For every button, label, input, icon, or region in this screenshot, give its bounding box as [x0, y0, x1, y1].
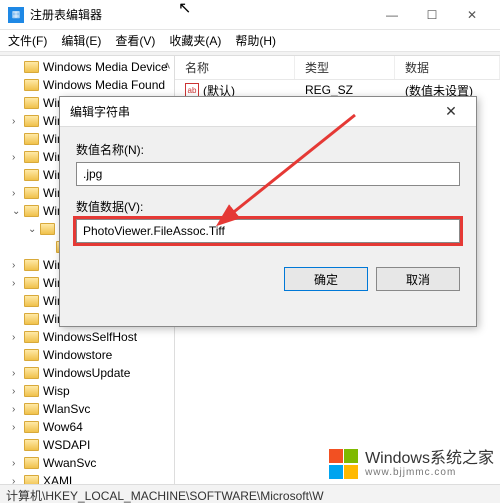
col-name[interactable]: 名称: [175, 56, 295, 79]
folder-icon: [24, 475, 39, 484]
menubar: 文件(F) 编辑(E) 查看(V) 收藏夹(A) 帮助(H): [0, 30, 500, 52]
folder-icon: [24, 331, 39, 343]
menu-help[interactable]: 帮助(H): [235, 32, 276, 49]
tree-item[interactable]: XAML: [43, 474, 76, 484]
folder-icon: [24, 457, 39, 469]
value-data-input[interactable]: [76, 219, 460, 243]
folder-icon: [24, 259, 39, 271]
folder-icon: [40, 223, 55, 235]
list-header: 名称 类型 数据: [175, 56, 500, 80]
folder-icon: [24, 403, 39, 415]
maximize-button[interactable]: ☐: [412, 1, 452, 29]
folder-icon: [24, 313, 39, 325]
tree-item[interactable]: WlanSvc: [43, 402, 90, 416]
tree-item[interactable]: WindowsSelfHost: [43, 330, 137, 344]
window-controls: — ☐ ✕: [372, 1, 492, 29]
folder-icon: [24, 421, 39, 433]
close-button[interactable]: ✕: [452, 1, 492, 29]
tree-item[interactable]: Windows Media Found: [43, 78, 165, 92]
dialog-titlebar: 编辑字符串 ✕: [60, 97, 476, 127]
folder-icon: [24, 277, 39, 289]
col-type[interactable]: 类型: [295, 56, 395, 79]
value-name-input[interactable]: [76, 162, 460, 186]
folder-icon: [24, 115, 39, 127]
folder-icon: [24, 133, 39, 145]
folder-icon: [24, 79, 39, 91]
folder-icon: [24, 295, 39, 307]
tree-item[interactable]: WSDAPI: [43, 438, 90, 452]
minimize-button[interactable]: —: [372, 1, 412, 29]
folder-icon: [24, 367, 39, 379]
window-title: 注册表编辑器: [30, 6, 372, 23]
ok-button[interactable]: 确定: [284, 267, 368, 291]
value-name-label: 数值名称(N):: [76, 141, 460, 158]
folder-icon: [24, 169, 39, 181]
tree-item[interactable]: WwanSvc: [43, 456, 96, 470]
dialog-title: 编辑字符串: [70, 103, 436, 120]
tree-item[interactable]: Wow64: [43, 420, 83, 434]
titlebar: ▦ 注册表编辑器 — ☐ ✕: [0, 0, 500, 30]
folder-icon: [24, 385, 39, 397]
watermark: Windows系统之家 www.bjjmmc.com: [329, 449, 494, 479]
cancel-button[interactable]: 取消: [376, 267, 460, 291]
edit-string-dialog: 编辑字符串 ✕ 数值名称(N): 数值数据(V): 确定 取消: [59, 96, 477, 327]
folder-icon: [24, 439, 39, 451]
folder-icon: [24, 187, 39, 199]
windows-logo-icon: [329, 449, 359, 479]
watermark-brand: Windows系统之家: [365, 450, 494, 468]
menu-favorites[interactable]: 收藏夹(A): [169, 32, 221, 49]
scroll-up-icon[interactable]: ˄: [160, 58, 174, 74]
value-data-label: 数值数据(V):: [76, 198, 460, 215]
col-data[interactable]: 数据: [395, 56, 500, 79]
tree-item[interactable]: Windows Media Device: [43, 60, 168, 74]
menu-edit[interactable]: 编辑(E): [61, 32, 101, 49]
cell-type: REG_SZ: [295, 83, 395, 97]
menu-view[interactable]: 查看(V): [115, 32, 155, 49]
dialog-close-button[interactable]: ✕: [436, 103, 466, 120]
watermark-url: www.bjjmmc.com: [365, 467, 494, 478]
folder-icon: [24, 349, 39, 361]
folder-icon: [24, 205, 39, 217]
reg-string-icon: ab: [185, 83, 199, 97]
folder-icon: [24, 151, 39, 163]
status-path: 计算机\HKEY_LOCAL_MACHINE\SOFTWARE\Microsof…: [6, 489, 324, 503]
app-icon: ▦: [8, 7, 24, 23]
tree-item[interactable]: Wisp: [43, 384, 70, 398]
tree-item[interactable]: Windowstore: [43, 348, 112, 362]
tree-item[interactable]: WindowsUpdate: [43, 366, 130, 380]
folder-icon: [24, 61, 39, 73]
statusbar: 计算机\HKEY_LOCAL_MACHINE\SOFTWARE\Microsof…: [0, 484, 500, 503]
folder-icon: [24, 97, 39, 109]
menu-file[interactable]: 文件(F): [8, 32, 47, 49]
